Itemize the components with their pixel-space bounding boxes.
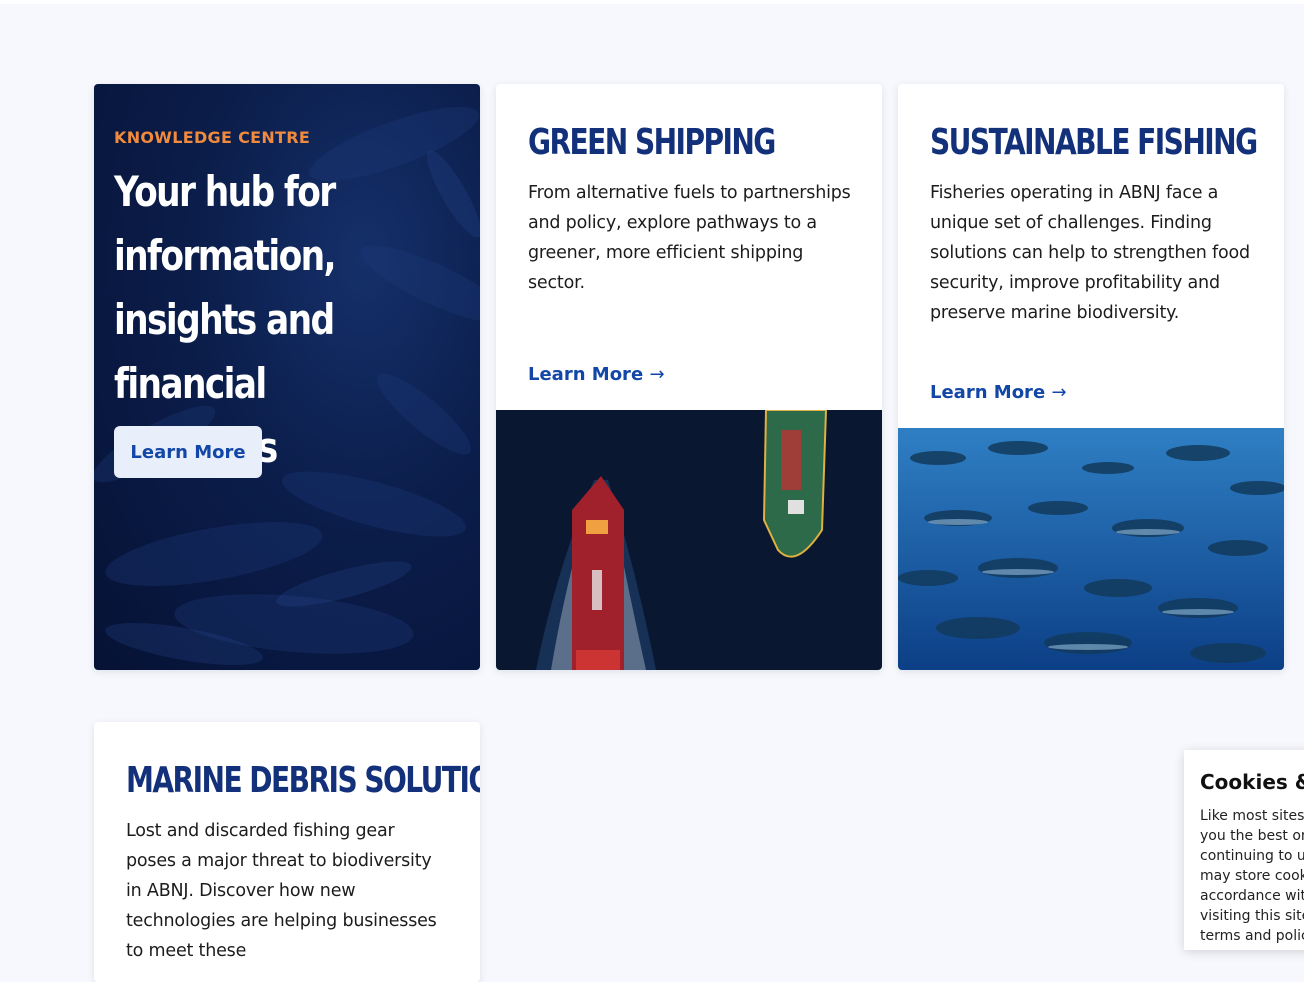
card-title: MARINE DEBRIS SOLUTIONS [126,760,480,801]
hero-eyebrow: KNOWLEDGE CENTRE [114,128,311,147]
green-shipping-card: GREEN SHIPPING From alternative fuels to… [496,84,882,670]
cookie-title: Cookies & P [1200,770,1304,794]
arrow-right-icon: → [1051,382,1067,403]
tuna-school-image [898,428,1284,670]
page-top-strip [0,0,1304,4]
marine-debris-card: MARINE DEBRIS SOLUTIONS Lost and discard… [94,722,480,982]
card-body: Fisheries operating in ABNJ face a uniqu… [930,183,1250,323]
card-body: From alternative fuels to partnerships a… [528,183,851,293]
link-label: Learn More [528,364,644,385]
sustainable-fishing-card: SUSTAINABLE FISHING Fisheries operating … [898,84,1284,670]
card-title: SUSTAINABLE FISHING [930,122,1258,163]
cookie-text: Like most sites, we use cookies to give … [1200,808,1304,944]
green-shipping-learn-more-link[interactable]: Learn More → [528,364,665,385]
ships-aerial-image [496,410,882,670]
link-label: Learn More [930,382,1046,403]
hero-learn-more-button[interactable]: Learn More [114,426,262,478]
arrow-right-icon: → [649,364,665,385]
card-body: Lost and discarded fishing gear poses a … [126,821,437,961]
cookie-consent-panel: Cookies & P Like most sites, we use cook… [1184,750,1304,950]
sustainable-fishing-learn-more-link[interactable]: Learn More → [930,382,1067,403]
card-title: GREEN SHIPPING [528,122,776,163]
knowledge-centre-hero-card: KNOWLEDGE CENTRE Your hub for informatio… [94,84,480,670]
